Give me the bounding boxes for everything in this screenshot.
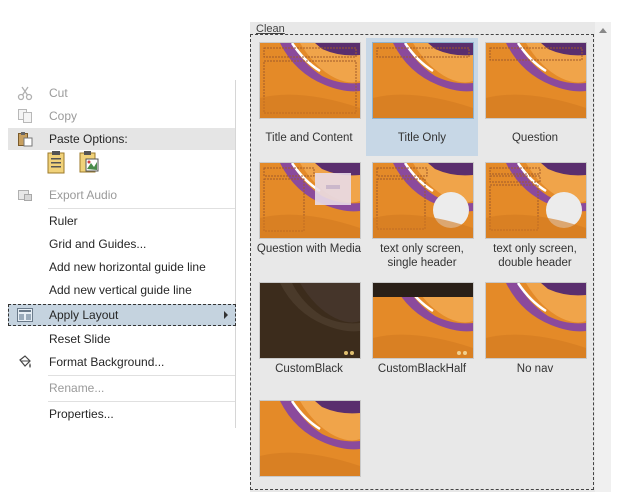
menu-item-label: Cut	[49, 86, 68, 100]
menu-item-label: Ruler	[49, 214, 78, 228]
layout-name: Question	[511, 132, 559, 144]
menu-item-cut[interactable]: Cut	[8, 82, 235, 104]
layout-tile-customblack[interactable]: CustomBlack	[253, 278, 365, 396]
layout-gallery: Clean Title and Content Title Only Quest…	[250, 22, 611, 492]
layout-name: CustomBlackHalf	[377, 363, 467, 375]
layout-name: text only screen, double header	[493, 243, 577, 269]
layout-tile-question-with-media[interactable]: Question with Media	[253, 158, 365, 276]
layout-name: CustomBlack	[275, 363, 343, 375]
layout-thumbnail	[372, 42, 474, 119]
layout-thumbnail	[485, 42, 587, 119]
menu-item-export-audio[interactable]: Export Audio	[8, 184, 235, 206]
layout-tile-no-nav[interactable]: No nav	[479, 278, 591, 396]
layout-name: Title and Content	[265, 132, 353, 144]
layout-icon	[16, 307, 34, 323]
layout-thumbnail	[259, 42, 361, 119]
layout-tile-text-only-double-header[interactable]: text only screen, double header	[479, 158, 591, 276]
layout-thumbnail	[485, 162, 587, 239]
menu-item-label: Rename...	[49, 381, 105, 395]
menu-item-label: Export Audio	[49, 188, 118, 202]
submenu-arrow-icon	[224, 311, 228, 319]
layout-thumbnail	[372, 282, 474, 359]
scissors-icon	[16, 85, 34, 101]
layout-name: Question with Media	[256, 243, 362, 255]
menu-item-label: Paste Options:	[49, 132, 128, 146]
menu-item-paste-options: Paste Options:	[8, 128, 235, 150]
menu-separator	[48, 375, 235, 376]
menu-item-format-background[interactable]: Format Background...	[8, 351, 235, 373]
menu-item-add-horizontal-guide[interactable]: Add new horizontal guide line	[8, 256, 235, 278]
menu-item-reset-slide[interactable]: Reset Slide	[8, 328, 235, 350]
menu-item-label: Properties...	[49, 407, 114, 421]
menu-item-label: Grid and Guides...	[49, 237, 147, 251]
layout-tile-question[interactable]: Question	[479, 38, 591, 156]
copy-icon	[16, 108, 34, 124]
menu-item-label: Reset Slide	[49, 332, 111, 346]
menu-item-apply-layout[interactable]: Apply Layout	[8, 304, 236, 326]
layout-tile-title-only[interactable]: Title Only	[366, 38, 478, 156]
menu-item-grid-and-guides[interactable]: Grid and Guides...	[8, 233, 235, 255]
menu-item-properties[interactable]: Properties...	[8, 403, 235, 425]
menu-item-label: Apply Layout	[49, 308, 119, 322]
menu-item-label: Add new horizontal guide line	[49, 260, 206, 274]
menu-item-add-vertical-guide[interactable]: Add new vertical guide line	[8, 279, 235, 301]
menu-item-label: Format Background...	[49, 355, 165, 369]
menu-item-label: Copy	[49, 109, 78, 123]
layout-name: Title Only	[397, 132, 447, 144]
menu-separator	[48, 208, 235, 209]
paste-options-row	[46, 150, 100, 176]
layout-tile-unnamed[interactable]	[253, 396, 365, 488]
menu-item-rename[interactable]: Rename...	[8, 377, 235, 399]
format-background-icon	[16, 354, 34, 370]
menu-separator	[48, 401, 235, 402]
scroll-up-icon[interactable]	[599, 28, 607, 33]
export-audio-icon	[16, 187, 34, 203]
layout-thumbnail	[259, 162, 361, 239]
menu-item-ruler[interactable]: Ruler	[8, 210, 235, 232]
layout-thumbnail	[485, 282, 587, 359]
layout-tile-title-and-content[interactable]: Title and Content	[253, 38, 365, 156]
gallery-scrollbar[interactable]	[595, 22, 611, 492]
layout-name: No nav	[516, 363, 554, 375]
layout-tile-customblackhalf[interactable]: CustomBlackHalf	[366, 278, 478, 396]
layout-thumbnail	[259, 282, 361, 359]
context-menu: Cut Copy Paste Options: Export Audio Rul…	[8, 80, 236, 428]
menu-item-copy[interactable]: Copy	[8, 105, 235, 127]
layout-thumbnail	[372, 162, 474, 239]
layout-name: text only screen, single header	[380, 243, 464, 269]
menu-item-label: Add new vertical guide line	[49, 283, 192, 297]
layout-tile-text-only-single-header[interactable]: text only screen, single header	[366, 158, 478, 276]
paste-keep-source-icon[interactable]	[46, 150, 68, 174]
layout-thumbnail	[259, 400, 361, 477]
paste-icon	[16, 131, 34, 147]
paste-picture-icon[interactable]	[78, 150, 100, 174]
